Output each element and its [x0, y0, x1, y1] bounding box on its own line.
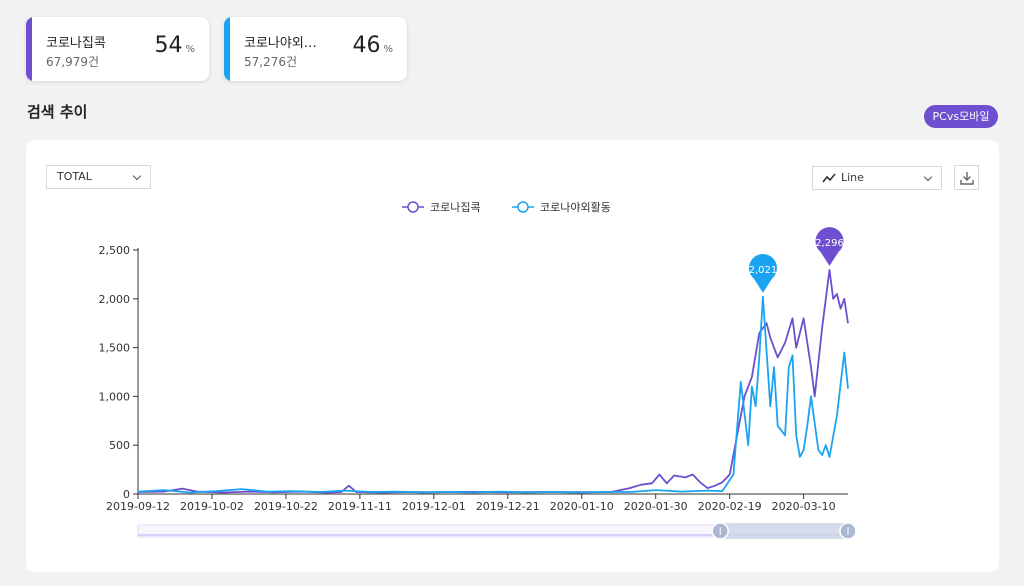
- y-tick-label: 1,000: [99, 390, 131, 403]
- x-tick-label: 2019-12-01: [402, 500, 466, 513]
- legend-marker: [407, 201, 419, 213]
- legend-marker: [517, 201, 529, 213]
- card-keyword: 코로나집콕: [46, 36, 106, 51]
- x-tick-label: 2019-09-12: [106, 500, 170, 513]
- y-tick-label: 2,000: [99, 293, 131, 306]
- percent-unit: %: [185, 44, 195, 55]
- card-count: 57,276건: [244, 55, 298, 69]
- y-tick-label: 500: [109, 439, 130, 452]
- legend-label: 코로나집콕: [430, 201, 481, 214]
- percent-value: 46: [352, 33, 381, 58]
- x-tick-label: 2019-10-22: [254, 500, 318, 513]
- legend-label: 코로나야외활동: [540, 200, 611, 214]
- x-tick-label: 2020-01-30: [624, 500, 688, 513]
- summary-card-outdoor[interactable]: 코로나야외… 57,276건 46%: [224, 17, 407, 81]
- percent-unit: %: [383, 44, 393, 55]
- x-tick-label: 2020-02-19: [698, 500, 762, 513]
- x-tick-label: 2019-12-21: [476, 500, 540, 513]
- peak-label: 2,296: [815, 238, 844, 249]
- chart-panel: TOTAL Line 0 500 1,000 1,500 2,000 2,500 2019-…: [26, 140, 999, 572]
- x-tick-label: 2019-11-11: [328, 500, 392, 513]
- card-color-bar: [224, 17, 230, 81]
- y-tick-label: 1,500: [99, 342, 131, 355]
- summary-card-home[interactable]: 코로나집콕 67,979건 54%: [26, 17, 209, 81]
- card-keyword: 코로나야외…: [244, 36, 317, 51]
- pc-vs-mobile-button[interactable]: PCvs모바일: [924, 105, 998, 128]
- peak-label: 2,021: [749, 265, 778, 276]
- x-tick-label: 2020-03-10: [772, 500, 836, 513]
- section-title: 검색 추이: [27, 103, 88, 121]
- x-tick-label: 2019-10-02: [180, 500, 244, 513]
- percent-value: 54: [154, 33, 183, 58]
- series-line-2: [137, 295, 849, 494]
- card-color-bar: [26, 17, 32, 81]
- y-tick-label: 2,500: [99, 244, 131, 257]
- series-line-1: [137, 268, 849, 494]
- card-count: 67,979건: [46, 55, 100, 69]
- trend-line-chart: 05001,0001,5002,0002,5002019-09-12 2019-1…: [99, 200, 857, 540]
- card-percent: 46%: [352, 33, 393, 58]
- card-percent: 54%: [154, 33, 195, 58]
- x-tick-label: 2020-01-10: [550, 500, 614, 513]
- zoom-window: [720, 523, 848, 539]
